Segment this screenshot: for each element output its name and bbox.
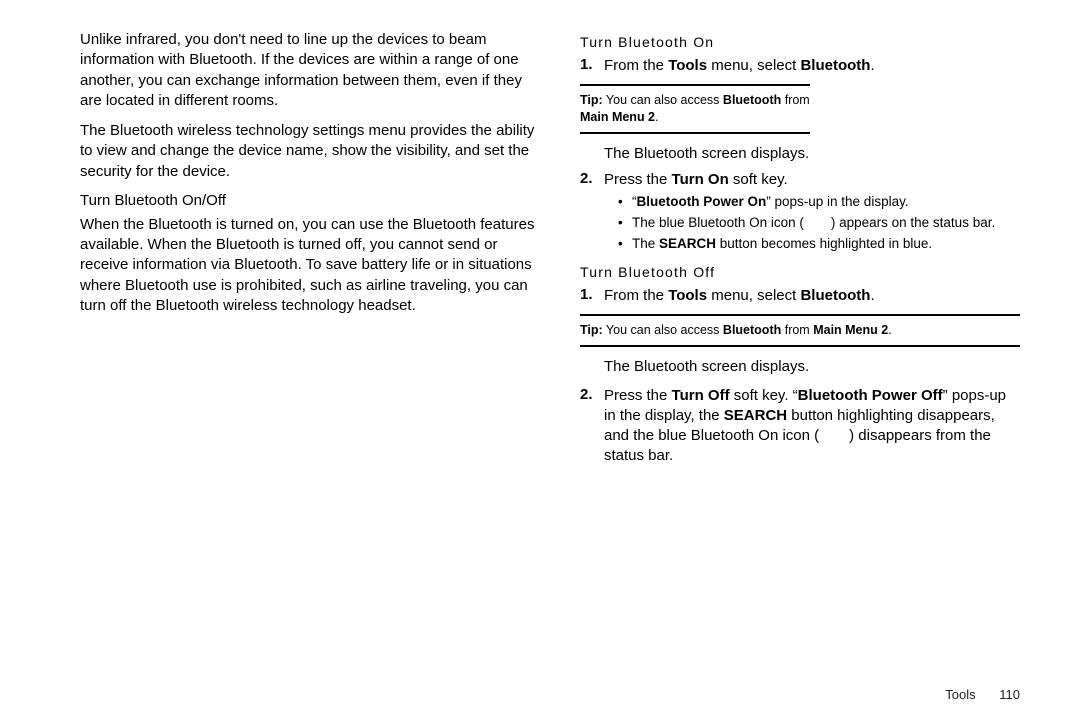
- step-text: From the Tools menu, select Bluetooth.: [604, 56, 1020, 76]
- turn-off-steps-cont: 2. Press the Turn Off soft key. “Bluetoo…: [580, 386, 1020, 467]
- bullet-dot-icon: •: [618, 214, 632, 232]
- tip-box-1: Tip: You can also access Bluetooth from …: [580, 84, 810, 134]
- bold-text: Turn Off: [672, 387, 730, 404]
- turn-on-step-1: 1. From the Tools menu, select Bluetooth…: [580, 56, 1020, 76]
- left-para-3: When the Bluetooth is turned on, you can…: [80, 215, 540, 316]
- bullet-text: “Bluetooth Power On” pops-up in the disp…: [632, 193, 1020, 211]
- bold-text: Tools: [668, 57, 707, 74]
- page-spread: Unlike infrared, you don't need to line …: [0, 0, 1080, 495]
- off-after-tip-text: The Bluetooth screen displays.: [604, 357, 1020, 377]
- bold-text: Turn On: [672, 171, 729, 188]
- bullet-item: • The blue Bluetooth On icon ( ) appears…: [618, 214, 1020, 232]
- text-frag: soft key. “: [730, 387, 798, 404]
- bold-text: Main Menu 2: [813, 323, 888, 337]
- bold-text: Bluetooth Power Off: [798, 387, 943, 404]
- text-frag: You can also access: [603, 93, 723, 107]
- turn-off-steps: 1. From the Tools menu, select Bluetooth…: [580, 286, 1020, 306]
- bold-text: Tools: [668, 287, 707, 304]
- bold-text: Bluetooth Power On: [637, 194, 767, 209]
- on-after-tip-text: The Bluetooth screen displays.: [604, 144, 814, 164]
- bullet-item: • “Bluetooth Power On” pops-up in the di…: [618, 193, 1020, 211]
- text-frag: The: [632, 236, 659, 251]
- text-frag: From the: [604, 57, 668, 74]
- text-frag: soft key.: [729, 171, 788, 188]
- list-marker: 2.: [580, 170, 604, 187]
- turn-on-steps: 1. From the Tools menu, select Bluetooth…: [580, 56, 1020, 76]
- turn-off-step-2: 2. Press the Turn Off soft key. “Bluetoo…: [580, 386, 1020, 467]
- left-column: Unlike infrared, you don't need to line …: [80, 30, 540, 475]
- turn-bluetooth-off-head: Turn Bluetooth Off: [580, 264, 1020, 280]
- bold-text: Bluetooth: [723, 93, 781, 107]
- right-column: Turn Bluetooth On 1. From the Tools menu…: [580, 30, 1020, 475]
- page-footer: Tools 110: [945, 687, 1020, 702]
- turn-bluetooth-on-head: Turn Bluetooth On: [580, 34, 1020, 50]
- list-marker: 1.: [580, 286, 604, 303]
- text-frag: from: [781, 323, 813, 337]
- text-frag: .: [888, 323, 891, 337]
- turn-off-step-1: 1. From the Tools menu, select Bluetooth…: [580, 286, 1020, 306]
- bullet-item: • The SEARCH button becomes highlighted …: [618, 235, 1020, 253]
- bold-text: Bluetooth: [723, 323, 781, 337]
- on-step2-bullets: • “Bluetooth Power On” pops-up in the di…: [604, 193, 1020, 254]
- tip-text: Tip: You can also access Bluetooth from …: [580, 92, 810, 126]
- footer-page-number: 110: [999, 687, 1020, 702]
- text-frag: .: [870, 57, 874, 74]
- tip-text: Tip: You can also access Bluetooth from …: [580, 322, 1020, 339]
- step-text: Press the Turn On soft key. • “Bluetooth…: [604, 170, 1020, 256]
- left-para-1: Unlike infrared, you don't need to line …: [80, 30, 540, 111]
- list-marker: 1.: [580, 56, 604, 73]
- bold-text: Bluetooth: [800, 287, 870, 304]
- text-frag: Press the: [604, 387, 672, 404]
- text-frag: Press the: [604, 171, 672, 188]
- tip-box-2: Tip: You can also access Bluetooth from …: [580, 314, 1020, 347]
- text-frag: ” pops-up in the display.: [766, 194, 908, 209]
- bullet-text: The SEARCH button becomes highlighted in…: [632, 235, 1020, 253]
- bold-text: SEARCH: [659, 236, 716, 251]
- text-frag: .: [655, 110, 658, 124]
- left-para-2: The Bluetooth wireless technology settin…: [80, 121, 540, 182]
- text-frag: You can also access: [603, 323, 723, 337]
- list-marker: 2.: [580, 386, 604, 403]
- step-text: Press the Turn Off soft key. “Bluetooth …: [604, 386, 1020, 467]
- bullet-dot-icon: •: [618, 235, 632, 253]
- text-frag: button becomes highlighted in blue.: [716, 236, 932, 251]
- text-frag: menu, select: [707, 57, 800, 74]
- bold-text: Bluetooth: [800, 57, 870, 74]
- bullet-dot-icon: •: [618, 193, 632, 211]
- bold-text: Tip:: [580, 93, 603, 107]
- text-frag: .: [870, 287, 874, 304]
- footer-section: Tools: [945, 687, 975, 702]
- text-frag: menu, select: [707, 287, 800, 304]
- left-subhead: Turn Bluetooth On/Off: [80, 192, 540, 209]
- bold-text: SEARCH: [724, 407, 787, 424]
- text-frag: from: [781, 93, 809, 107]
- step-text: From the Tools menu, select Bluetooth.: [604, 286, 1020, 306]
- text-frag: From the: [604, 287, 668, 304]
- bullet-text: The blue Bluetooth On icon ( ) appears o…: [632, 214, 1020, 232]
- bold-text: Main Menu 2: [580, 110, 655, 124]
- bold-text: Tip:: [580, 323, 603, 337]
- turn-on-step-2: 2. Press the Turn On soft key. • “Blueto…: [580, 170, 1020, 256]
- turn-on-steps-cont: 2. Press the Turn On soft key. • “Blueto…: [580, 170, 1020, 256]
